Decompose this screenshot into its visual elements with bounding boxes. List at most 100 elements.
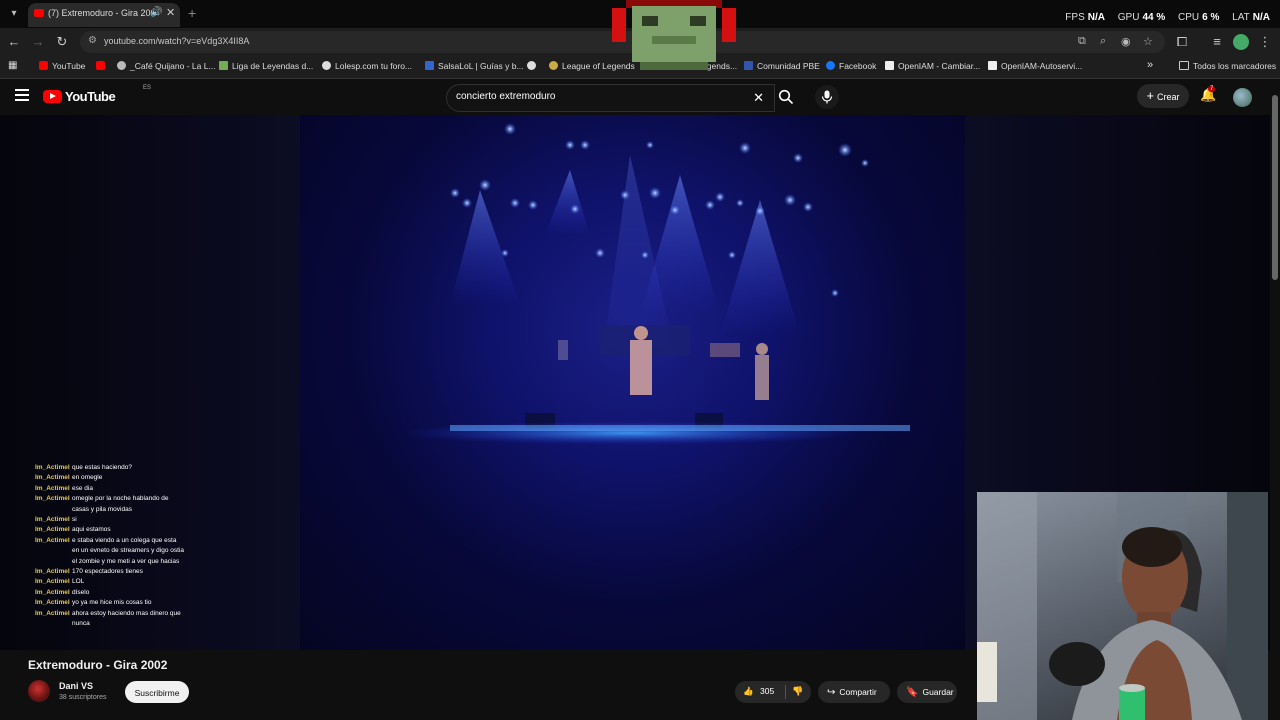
perf-label: LAT (1232, 12, 1250, 23)
chat-text: díselo (72, 588, 90, 596)
tab-close-icon[interactable]: ✕ (166, 6, 175, 19)
chat-username: Im_Actimel (35, 568, 70, 576)
globe-icon (527, 61, 536, 70)
divider (785, 685, 786, 699)
bookmark-item[interactable]: YouTube (39, 61, 85, 71)
bookmark-item[interactable]: OpenIAM - Cambiar... (885, 61, 980, 71)
concert-stage-scene (400, 123, 910, 445)
chat-username: Im_Actimel (35, 474, 70, 482)
browser-menu-icon[interactable]: ⋮ (1257, 34, 1273, 50)
share-arrow-icon: ↪ (827, 687, 836, 698)
apps-grid-icon[interactable]: ▦ (8, 60, 17, 71)
chat-text: 170 espectadores tienes (72, 568, 143, 576)
bookmark-item[interactable]: Comunidad PBE (744, 61, 820, 71)
perf-label: GPU (1117, 12, 1140, 23)
bookmark-icon: 🔖 (906, 687, 919, 698)
tab-search-chevron-icon[interactable]: ▾ (6, 6, 22, 22)
youtube-favicon-icon (39, 61, 48, 70)
stream-chat-overlay: Im_Actimel que estas haciendo? Im_Actimel… (35, 463, 185, 630)
chat-text: aqui estamos (72, 526, 111, 534)
country-code: ES (143, 85, 152, 91)
channel-name[interactable]: Dani VS (59, 681, 93, 691)
bookmark-item[interactable]: Liga de Leyendas d... (219, 61, 313, 71)
like-dislike-group: 👍 305 👎 (735, 681, 811, 703)
save-label: Guardar (922, 687, 954, 697)
globe-icon (117, 61, 126, 70)
forward-arrow-icon[interactable]: → (30, 34, 46, 50)
stage-floor-glow (400, 421, 860, 445)
search-box[interactable]: ✕ (446, 84, 775, 112)
chat-text: e staba viendo a un colega que esta en u… (72, 536, 185, 565)
all-bookmarks-button[interactable]: Todos los marcadores (1179, 61, 1276, 71)
youtube-favicon-icon (34, 9, 44, 17)
chat-message: Im_Actimel omegle por la noche hablando d… (35, 494, 185, 515)
hamburger-menu-icon[interactable] (15, 89, 29, 103)
channel-avatar[interactable] (28, 680, 50, 702)
media-controls-icon[interactable]: ≡ (1209, 34, 1225, 50)
speaker-icon[interactable]: 🔊 (150, 7, 162, 18)
thumbs-down-icon[interactable]: 👎 (792, 686, 803, 697)
create-button[interactable]: + Crear (1137, 84, 1189, 108)
search-icon (778, 89, 794, 105)
search-button[interactable] (773, 84, 799, 112)
youtube-favicon-icon (96, 61, 105, 70)
like-count[interactable]: 305 (760, 686, 774, 696)
perf-value: N/A (1252, 12, 1270, 23)
search-input[interactable] (454, 90, 738, 103)
youtube-wordmark: YouTube (65, 89, 116, 104)
chat-message: Im_Actimel LOL (35, 577, 185, 587)
site-favicon-icon (885, 61, 894, 70)
chat-message: Im_Actimel díselo (35, 588, 185, 598)
bookmark-item[interactable]: Lolesp.com tu foro... (322, 61, 412, 71)
chat-text: LOL (72, 578, 85, 586)
thumbs-up-icon[interactable]: 👍 (743, 686, 754, 697)
install-app-icon[interactable]: ⧉ (1078, 35, 1086, 48)
bookmark-item[interactable]: SalsaLoL | Guías y b... (425, 61, 524, 71)
more-bookmarks-chevron-icon[interactable]: » (1147, 59, 1153, 71)
chat-username: Im_Actimel (35, 599, 70, 607)
chat-username: Im_Actimel (35, 578, 70, 586)
league-icon (549, 61, 558, 70)
chat-text: ese dia (72, 484, 93, 492)
profile-avatar-icon[interactable] (1233, 34, 1249, 50)
account-avatar[interactable] (1233, 88, 1252, 107)
chat-message: Im_Actimel si (35, 515, 185, 525)
bookmark-item[interactable]: _Café Quijano - La L... (117, 61, 216, 71)
video-title: Extremoduro - Gira 2002 (28, 658, 168, 672)
extensions-puzzle-icon[interactable]: ⧠ (1174, 34, 1190, 50)
chat-username: Im_Actimel (35, 609, 70, 617)
bookmark-item[interactable] (527, 61, 540, 71)
save-button[interactable]: 🔖 Guardar (897, 681, 957, 703)
new-tab-button[interactable]: + (188, 5, 196, 21)
subscribe-button[interactable]: Suscribirme (125, 681, 189, 703)
voice-search-button[interactable] (815, 85, 839, 109)
perf-value: N/A (1087, 12, 1105, 23)
url-text[interactable]: youtube.com/watch?v=eVdg3X4II8A (104, 36, 249, 46)
globe-icon (322, 61, 331, 70)
pixel-zombie-overlay-icon (612, 0, 736, 70)
scrollbar-thumb[interactable] (1272, 95, 1278, 280)
subscriber-count: 38 suscriptores (59, 694, 107, 701)
share-button[interactable]: ↪ Compartir (818, 681, 890, 703)
zoom-icon[interactable]: ⌕ (1100, 35, 1106, 48)
chat-text: ahora estoy haciendo mas dinero que nunc… (72, 609, 181, 628)
chat-message: Im_Actimel que estas haciendo? (35, 463, 185, 473)
bookmark-item[interactable] (96, 61, 109, 71)
browser-tab[interactable]: (7) Extremoduro - Gira 2002 🔊 ✕ (28, 3, 180, 27)
chat-message: Im_Actimel ese dia (35, 484, 185, 494)
bookmark-star-icon[interactable]: ☆ (1143, 35, 1153, 48)
band-on-stage (525, 325, 769, 429)
clear-search-icon[interactable]: ✕ (753, 90, 764, 106)
reload-icon[interactable]: ↻ (54, 34, 70, 50)
eye-slash-icon[interactable]: ◉ (1121, 35, 1131, 48)
chat-message: Im_Actimel en omegle (35, 473, 185, 483)
plus-icon: + (1146, 88, 1155, 103)
site-info-icon[interactable]: ⚙ (88, 35, 97, 46)
site-favicon-icon (988, 61, 997, 70)
back-arrow-icon[interactable]: ← (6, 34, 22, 50)
share-label: Compartir (839, 687, 877, 697)
bookmark-item[interactable]: OpenIAM-Autoservi... (988, 61, 1082, 71)
site-favicon-icon (219, 61, 228, 70)
bookmark-item[interactable]: Facebook (826, 61, 876, 71)
site-favicon-icon (425, 61, 434, 70)
